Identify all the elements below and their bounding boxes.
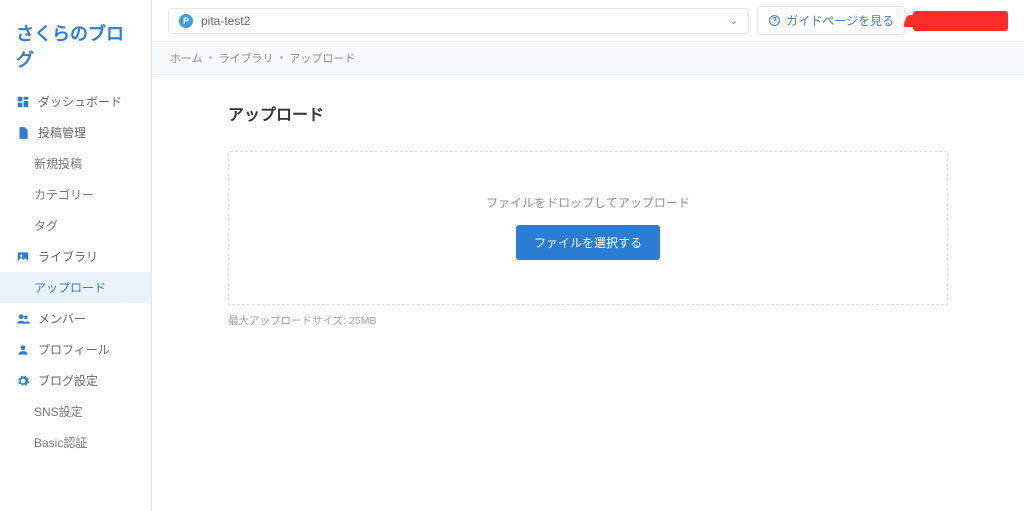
blog-selector-label: pita-test2 (201, 14, 721, 28)
sidebar-label: ブログ設定 (38, 372, 98, 389)
upload-dropzone[interactable]: ファイルをドロップしてアップロード ファイルを選択する (228, 151, 948, 305)
breadcrumb-separator: • (209, 52, 213, 64)
sidebar-item-category[interactable]: カテゴリー (0, 179, 151, 210)
chevron-down-icon: ⌄ (729, 14, 738, 27)
content: アップロード ファイルをドロップしてアップロード ファイルを選択する 最大アップ… (152, 75, 1024, 511)
sidebar-item-basic-auth[interactable]: Basic認証 (0, 427, 151, 458)
max-size-hint: 最大アップロードサイズ: 25MB (228, 313, 948, 328)
topbar: P pita-test2 ⌄ ガイドページを見る (152, 0, 1024, 42)
guide-label: ガイドページを見る (786, 12, 894, 29)
breadcrumb-item-home[interactable]: ホーム (170, 50, 203, 66)
breadcrumb-item-library[interactable]: ライブラリ (219, 50, 274, 66)
sidebar-label: カテゴリー (34, 186, 94, 203)
brand-logo[interactable]: さくらのブログ (0, 0, 151, 86)
breadcrumb-item-upload: アップロード (289, 50, 355, 66)
sidebar-label: 新規投稿 (34, 155, 82, 172)
sidebar-label: ダッシュボード (38, 93, 122, 110)
users-icon (16, 312, 30, 326)
breadcrumb-separator: • (280, 52, 284, 64)
sidebar-item-library[interactable]: ライブラリ (0, 241, 151, 272)
blog-badge-icon: P (179, 14, 193, 28)
user-menu-redacted[interactable] (913, 11, 1008, 31)
dashboard-icon (16, 95, 30, 109)
sidebar-label: メンバー (38, 310, 86, 327)
sidebar-label: アップロード (34, 279, 106, 296)
sidebar-item-sns[interactable]: SNS設定 (0, 396, 151, 427)
sidebar-item-blog-settings[interactable]: ブログ設定 (0, 365, 151, 396)
user-icon (16, 343, 30, 357)
sidebar-item-upload[interactable]: アップロード (0, 272, 151, 303)
sidebar-item-tag[interactable]: タグ (0, 210, 151, 241)
sidebar-label: SNS設定 (34, 403, 83, 420)
sidebar-item-profile[interactable]: プロフィール (0, 334, 151, 365)
sidebar-nav: ダッシュボード 投稿管理 新規投稿 カテゴリー タグ ライブ (0, 86, 151, 458)
dropzone-text: ファイルをドロップしてアップロード (486, 194, 690, 211)
select-file-button[interactable]: ファイルを選択する (516, 225, 660, 260)
page-title: アップロード (228, 101, 948, 125)
sidebar-item-members[interactable]: メンバー (0, 303, 151, 334)
sidebar-label: ライブラリ (38, 248, 98, 265)
guide-link[interactable]: ガイドページを見る (757, 6, 905, 35)
blog-selector[interactable]: P pita-test2 ⌄ (168, 8, 749, 34)
sidebar-label: タグ (34, 217, 58, 234)
help-icon (768, 14, 781, 27)
sidebar-item-dashboard[interactable]: ダッシュボード (0, 86, 151, 117)
sidebar-item-new-post[interactable]: 新規投稿 (0, 148, 151, 179)
image-icon (16, 250, 30, 264)
document-icon (16, 126, 30, 140)
breadcrumb: ホーム • ライブラリ • アップロード (152, 42, 1024, 75)
sidebar: さくらのブログ ダッシュボード 投稿管理 新規投稿 カテゴリー (0, 0, 152, 511)
main: P pita-test2 ⌄ ガイドページを見る ホーム • ライブラリ • ア… (152, 0, 1024, 511)
sidebar-label: プロフィール (38, 341, 110, 358)
sidebar-label: 投稿管理 (38, 124, 86, 141)
sidebar-item-posts[interactable]: 投稿管理 (0, 117, 151, 148)
sidebar-label: Basic認証 (34, 434, 87, 451)
gear-icon (16, 374, 30, 388)
